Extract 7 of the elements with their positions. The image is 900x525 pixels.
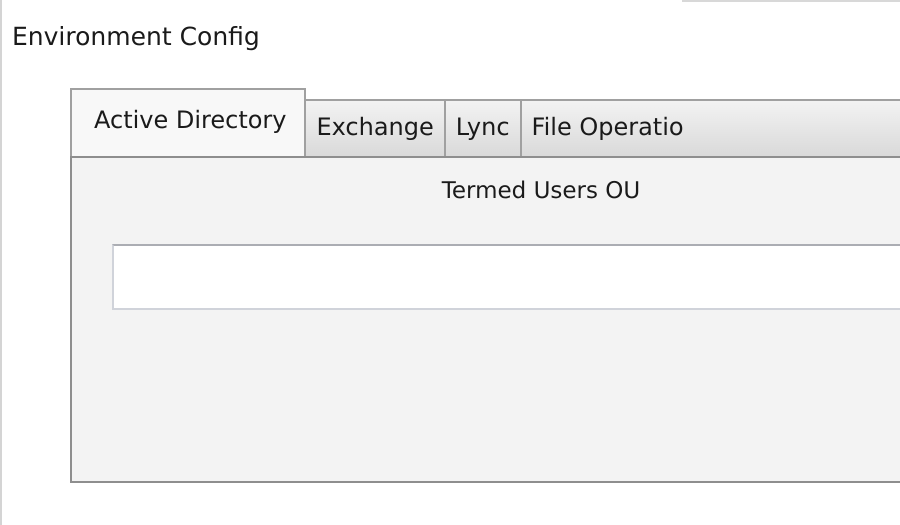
tab[interactable]: Active Directory <box>70 88 306 156</box>
tab[interactable]: File Operatio <box>522 99 900 156</box>
input-field[interactable] <box>112 244 900 310</box>
field-label: Termed Users OU <box>442 178 640 204</box>
tab[interactable]: Lync <box>446 99 522 156</box>
tab[interactable]: Exchange <box>306 99 446 156</box>
section-title: Environment Config <box>11 21 261 53</box>
